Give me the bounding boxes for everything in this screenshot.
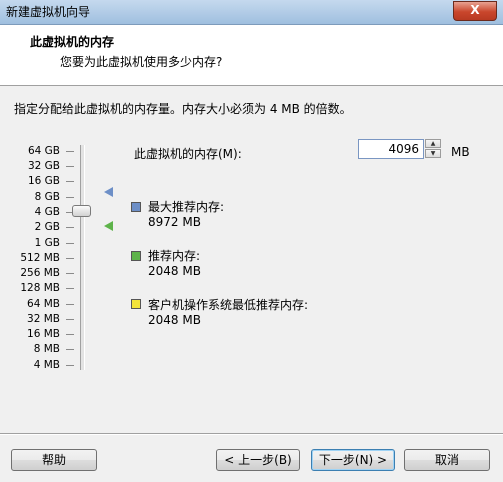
scale-label: 2 GB bbox=[34, 221, 60, 233]
scale-tick bbox=[66, 227, 74, 228]
max-recommended-value: 8972 MB bbox=[148, 215, 201, 229]
guest-min-label: 客户机操作系统最低推荐内存: bbox=[148, 298, 309, 312]
max-recommended-marker-icon bbox=[104, 187, 113, 197]
scale-tick bbox=[66, 365, 74, 366]
scale-label: 64 GB bbox=[27, 145, 60, 157]
back-button[interactable]: < 上一步(B) bbox=[216, 449, 300, 471]
memory-slider-thumb[interactable] bbox=[72, 205, 91, 217]
memory-spinner[interactable]: ▲ ▼ bbox=[425, 139, 442, 159]
scale-label: 32 MB bbox=[27, 313, 60, 325]
help-button[interactable]: 帮助 bbox=[11, 449, 97, 471]
scale-label: 8 GB bbox=[34, 191, 60, 203]
cancel-button[interactable]: 取消 bbox=[404, 449, 490, 471]
scale-label: 512 MB bbox=[20, 252, 60, 264]
guest-min-legend-icon bbox=[131, 299, 141, 309]
footer-separator bbox=[0, 433, 503, 435]
spin-up-icon[interactable]: ▲ bbox=[425, 139, 441, 148]
page-subtitle: 您要为此虚拟机使用多少内存? bbox=[60, 55, 223, 69]
scale-label: 16 GB bbox=[27, 175, 60, 187]
recommended-legend-icon bbox=[131, 251, 141, 261]
title-bar: 新建虚拟机向导 X bbox=[0, 0, 503, 25]
scale-tick bbox=[66, 273, 74, 274]
close-button[interactable]: X bbox=[453, 1, 497, 21]
scale-tick bbox=[66, 258, 74, 259]
recommended-marker-icon bbox=[104, 221, 113, 231]
next-button[interactable]: 下一步(N) > bbox=[311, 449, 395, 471]
scale-label: 128 MB bbox=[20, 282, 60, 294]
max-recommended-label: 最大推荐内存: bbox=[148, 200, 225, 214]
scale-label: 256 MB bbox=[20, 267, 60, 279]
scale-label: 4 GB bbox=[34, 206, 60, 218]
scale-label: 16 MB bbox=[27, 328, 60, 340]
scale-tick bbox=[66, 151, 74, 152]
scale-tick bbox=[66, 181, 74, 182]
scale-label: 1 GB bbox=[34, 237, 60, 249]
guest-min-value: 2048 MB bbox=[148, 313, 201, 327]
scale-tick bbox=[66, 334, 74, 335]
scale-label: 64 MB bbox=[27, 298, 60, 310]
recommended-label: 推荐内存: bbox=[148, 249, 201, 263]
max-recommended-legend-icon bbox=[131, 202, 141, 212]
memory-label: 此虚拟机的内存(M): bbox=[134, 147, 242, 161]
recommended-value: 2048 MB bbox=[148, 264, 201, 278]
page-title: 此虚拟机的内存 bbox=[30, 35, 115, 49]
scale-tick bbox=[66, 243, 74, 244]
window-title: 新建虚拟机向导 bbox=[6, 5, 91, 19]
scale-label: 8 MB bbox=[33, 343, 60, 355]
scale-tick bbox=[66, 288, 74, 289]
instruction-text: 指定分配给此虚拟机的内存量。内存大小必须为 4 MB 的倍数。 bbox=[14, 102, 352, 116]
memory-input[interactable] bbox=[358, 139, 424, 159]
scale-tick bbox=[66, 166, 74, 167]
scale-tick bbox=[66, 197, 74, 198]
memory-unit: MB bbox=[451, 145, 470, 159]
close-icon: X bbox=[470, 3, 480, 17]
scale-label: 32 GB bbox=[27, 160, 60, 172]
scale-tick bbox=[66, 349, 74, 350]
scale-tick bbox=[66, 319, 74, 320]
wizard-header: 此虚拟机的内存 您要为此虚拟机使用多少内存? bbox=[0, 25, 503, 86]
scale-label: 4 MB bbox=[33, 359, 60, 371]
scale-tick bbox=[66, 304, 74, 305]
memory-slider-track[interactable] bbox=[80, 145, 85, 370]
spin-down-icon[interactable]: ▼ bbox=[425, 149, 441, 158]
